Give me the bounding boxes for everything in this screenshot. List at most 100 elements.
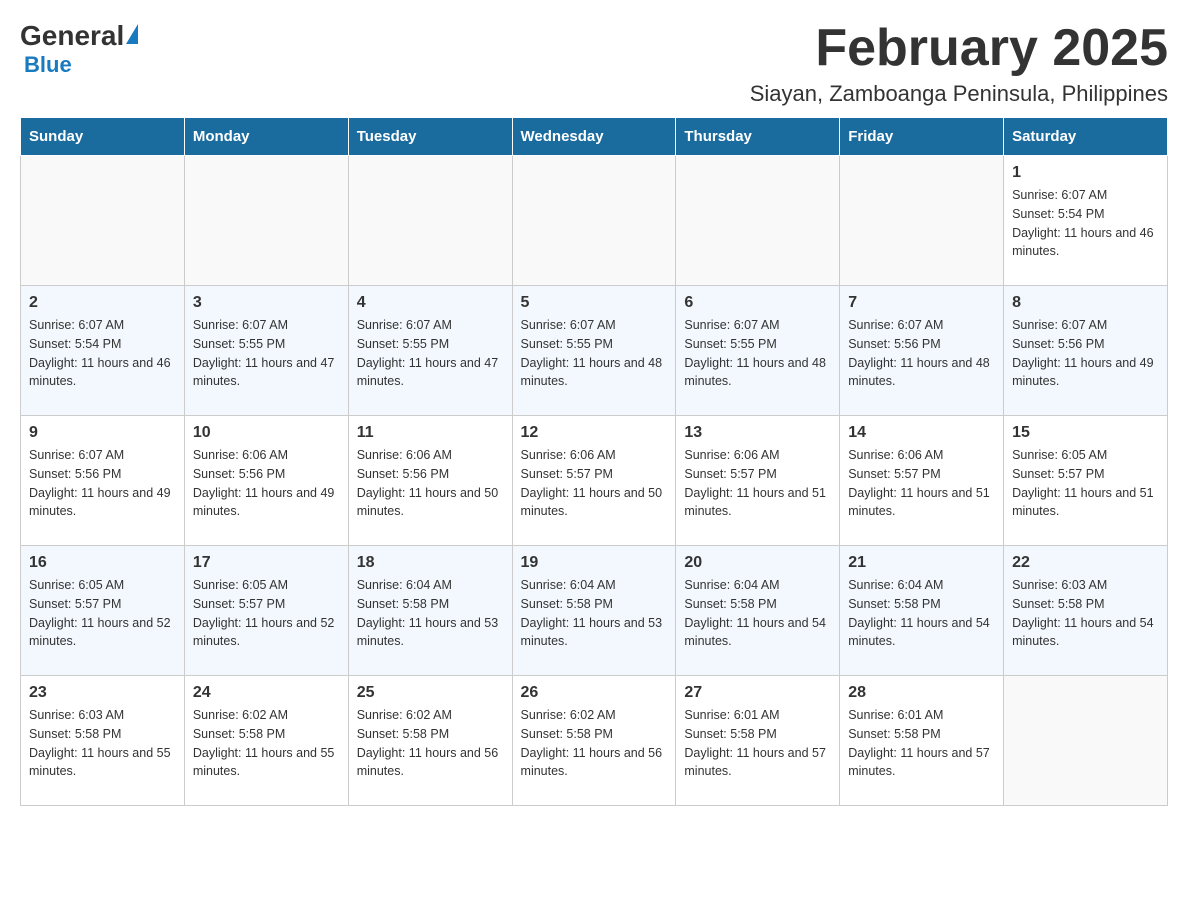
day-info: Sunrise: 6:07 AMSunset: 5:55 PMDaylight:…: [684, 316, 831, 391]
calendar-table: Sunday Monday Tuesday Wednesday Thursday…: [20, 117, 1168, 806]
logo-triangle-icon: [126, 24, 138, 44]
day-number: 16: [29, 554, 176, 572]
calendar-cell: 2 Sunrise: 6:07 AMSunset: 5:54 PMDaylight…: [21, 286, 185, 416]
calendar-cell: [348, 156, 512, 286]
calendar-cell: 27 Sunrise: 6:01 AMSunset: 5:58 PMDayligh…: [676, 676, 840, 806]
day-info: Sunrise: 6:07 AMSunset: 5:54 PMDaylight:…: [29, 316, 176, 391]
day-number: 4: [357, 294, 504, 312]
day-info: Sunrise: 6:03 AMSunset: 5:58 PMDaylight:…: [29, 706, 176, 781]
calendar-cell: 23 Sunrise: 6:03 AMSunset: 5:58 PMDayligh…: [21, 676, 185, 806]
calendar-cell: [21, 156, 185, 286]
day-info: Sunrise: 6:07 AMSunset: 5:54 PMDaylight:…: [1012, 186, 1159, 261]
calendar-cell: 7Sunrise: 6:07 AMSunset: 5:56 PMDaylight…: [840, 286, 1004, 416]
calendar-cell: 17Sunrise: 6:05 AMSunset: 5:57 PMDayligh…: [184, 546, 348, 676]
calendar-cell: 28 Sunrise: 6:01 AMSunset: 5:58 PMDayligh…: [840, 676, 1004, 806]
calendar-cell: 9 Sunrise: 6:07 AMSunset: 5:56 PMDaylight…: [21, 416, 185, 546]
calendar-cell: 15 Sunrise: 6:05 AMSunset: 5:57 PMDayligh…: [1004, 416, 1168, 546]
calendar-cell: 4 Sunrise: 6:07 AMSunset: 5:55 PMDaylight…: [348, 286, 512, 416]
day-info: Sunrise: 6:07 AMSunset: 5:55 PMDaylight:…: [357, 316, 504, 391]
day-number: 12: [521, 424, 668, 442]
calendar-cell: 5 Sunrise: 6:07 AMSunset: 5:55 PMDaylight…: [512, 286, 676, 416]
day-number: 11: [357, 424, 504, 442]
calendar-cell: [184, 156, 348, 286]
calendar-cell: 11Sunrise: 6:06 AMSunset: 5:56 PMDayligh…: [348, 416, 512, 546]
page-header: General Blue February 2025 Siayan, Zambo…: [20, 20, 1168, 107]
calendar-cell: 12 Sunrise: 6:06 AMSunset: 5:57 PMDayligh…: [512, 416, 676, 546]
header-wednesday: Wednesday: [512, 118, 676, 156]
calendar-cell: 20 Sunrise: 6:04 AMSunset: 5:58 PMDayligh…: [676, 546, 840, 676]
day-number: 23: [29, 684, 176, 702]
week-row-5: 23 Sunrise: 6:03 AMSunset: 5:58 PMDayligh…: [21, 676, 1168, 806]
day-number: 17: [193, 554, 340, 572]
day-info: Sunrise: 6:01 AMSunset: 5:58 PMDaylight:…: [684, 706, 831, 781]
day-number: 5: [521, 294, 668, 312]
day-number: 22: [1012, 554, 1159, 572]
calendar-cell: 26Sunrise: 6:02 AMSunset: 5:58 PMDayligh…: [512, 676, 676, 806]
calendar-cell: 19 Sunrise: 6:04 AMSunset: 5:58 PMDayligh…: [512, 546, 676, 676]
day-number: 28: [848, 684, 995, 702]
day-info: Sunrise: 6:06 AMSunset: 5:57 PMDaylight:…: [684, 446, 831, 521]
day-number: 2: [29, 294, 176, 312]
day-info: Sunrise: 6:02 AMSunset: 5:58 PMDaylight:…: [357, 706, 504, 781]
day-info: Sunrise: 6:03 AMSunset: 5:58 PMDaylight:…: [1012, 576, 1159, 651]
week-row-4: 16 Sunrise: 6:05 AMSunset: 5:57 PMDayligh…: [21, 546, 1168, 676]
header-saturday: Saturday: [1004, 118, 1168, 156]
day-number: 9: [29, 424, 176, 442]
calendar-cell: 8Sunrise: 6:07 AMSunset: 5:56 PMDaylight…: [1004, 286, 1168, 416]
day-info: Sunrise: 6:04 AMSunset: 5:58 PMDaylight:…: [684, 576, 831, 651]
day-number: 21: [848, 554, 995, 572]
header-monday: Monday: [184, 118, 348, 156]
day-info: Sunrise: 6:04 AMSunset: 5:58 PMDaylight:…: [357, 576, 504, 651]
day-number: 7: [848, 294, 995, 312]
day-number: 3: [193, 294, 340, 312]
calendar-cell: 10Sunrise: 6:06 AMSunset: 5:56 PMDayligh…: [184, 416, 348, 546]
calendar-cell: [676, 156, 840, 286]
day-number: 13: [684, 424, 831, 442]
logo: General Blue: [20, 20, 138, 78]
calendar-cell: 24 Sunrise: 6:02 AMSunset: 5:58 PMDayligh…: [184, 676, 348, 806]
day-info: Sunrise: 6:07 AMSunset: 5:55 PMDaylight:…: [193, 316, 340, 391]
calendar-cell: [840, 156, 1004, 286]
day-number: 8: [1012, 294, 1159, 312]
calendar-cell: [1004, 676, 1168, 806]
logo-general-text: General: [20, 20, 124, 52]
day-number: 20: [684, 554, 831, 572]
day-number: 1: [1012, 164, 1159, 182]
day-info: Sunrise: 6:04 AMSunset: 5:58 PMDaylight:…: [521, 576, 668, 651]
day-info: Sunrise: 6:06 AMSunset: 5:56 PMDaylight:…: [193, 446, 340, 521]
calendar-cell: 14 Sunrise: 6:06 AMSunset: 5:57 PMDayligh…: [840, 416, 1004, 546]
day-info: Sunrise: 6:01 AMSunset: 5:58 PMDaylight:…: [848, 706, 995, 781]
day-info: Sunrise: 6:06 AMSunset: 5:57 PMDaylight:…: [848, 446, 995, 521]
weekday-header-row: Sunday Monday Tuesday Wednesday Thursday…: [21, 118, 1168, 156]
calendar-cell: 18 Sunrise: 6:04 AMSunset: 5:58 PMDayligh…: [348, 546, 512, 676]
day-number: 24: [193, 684, 340, 702]
header-tuesday: Tuesday: [348, 118, 512, 156]
header-friday: Friday: [840, 118, 1004, 156]
calendar-cell: 21Sunrise: 6:04 AMSunset: 5:58 PMDayligh…: [840, 546, 1004, 676]
calendar-cell: 13 Sunrise: 6:06 AMSunset: 5:57 PMDayligh…: [676, 416, 840, 546]
month-title: February 2025: [750, 20, 1168, 77]
week-row-1: 1 Sunrise: 6:07 AMSunset: 5:54 PMDaylight…: [21, 156, 1168, 286]
header-thursday: Thursday: [676, 118, 840, 156]
day-number: 14: [848, 424, 995, 442]
day-number: 19: [521, 554, 668, 572]
calendar-cell: 6 Sunrise: 6:07 AMSunset: 5:55 PMDaylight…: [676, 286, 840, 416]
day-number: 27: [684, 684, 831, 702]
calendar-cell: 1 Sunrise: 6:07 AMSunset: 5:54 PMDaylight…: [1004, 156, 1168, 286]
day-info: Sunrise: 6:07 AMSunset: 5:56 PMDaylight:…: [29, 446, 176, 521]
day-number: 6: [684, 294, 831, 312]
header-sunday: Sunday: [21, 118, 185, 156]
day-info: Sunrise: 6:02 AMSunset: 5:58 PMDaylight:…: [193, 706, 340, 781]
day-number: 18: [357, 554, 504, 572]
calendar-cell: 16 Sunrise: 6:05 AMSunset: 5:57 PMDayligh…: [21, 546, 185, 676]
day-info: Sunrise: 6:07 AMSunset: 5:55 PMDaylight:…: [521, 316, 668, 391]
day-number: 15: [1012, 424, 1159, 442]
day-info: Sunrise: 6:06 AMSunset: 5:57 PMDaylight:…: [521, 446, 668, 521]
day-info: Sunrise: 6:05 AMSunset: 5:57 PMDaylight:…: [1012, 446, 1159, 521]
calendar-cell: 25 Sunrise: 6:02 AMSunset: 5:58 PMDayligh…: [348, 676, 512, 806]
day-number: 25: [357, 684, 504, 702]
week-row-3: 9 Sunrise: 6:07 AMSunset: 5:56 PMDaylight…: [21, 416, 1168, 546]
day-info: Sunrise: 6:02 AMSunset: 5:58 PMDaylight:…: [521, 706, 668, 781]
logo-blue-text: Blue: [24, 52, 72, 78]
day-info: Sunrise: 6:05 AMSunset: 5:57 PMDaylight:…: [29, 576, 176, 651]
